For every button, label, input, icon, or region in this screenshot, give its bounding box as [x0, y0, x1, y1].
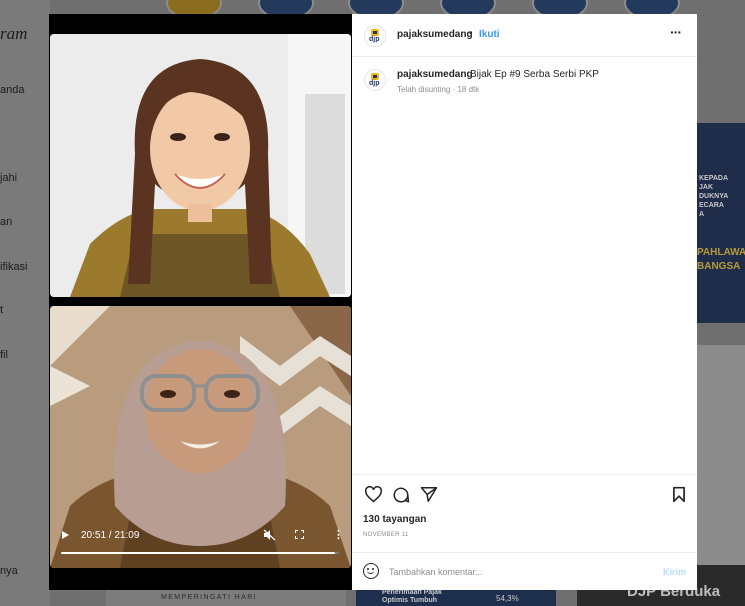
background-nav-item: jahi — [0, 172, 18, 184]
background-nav-item: nya — [0, 565, 18, 577]
view-count[interactable]: 130 tayangan — [363, 514, 426, 525]
video-controls: 20:51 / 21:09 ⋮ — [49, 528, 352, 570]
background-nav-item: t — [0, 304, 4, 316]
avatar[interactable]: djp — [364, 69, 386, 91]
fullscreen-icon[interactable] — [295, 530, 304, 539]
post-author-username[interactable]: pajaksumedang — [397, 29, 473, 40]
post-modal: 20:51 / 21:09 ⋮ djp pajaksumedang • Ikut… — [49, 14, 697, 590]
background-logo-fragment: ram — [0, 24, 28, 43]
video-timestamp: 20:51 / 21:09 — [81, 530, 140, 541]
video-progress-fill — [61, 552, 336, 554]
background-nav-item: ifikasi — [0, 261, 28, 273]
comment-bar: Kirim — [352, 552, 697, 591]
more-options-icon[interactable]: ··· — [670, 24, 682, 40]
caption-username[interactable]: pajaksumedang — [397, 69, 473, 80]
more-vertical-icon[interactable]: ⋮ — [333, 528, 344, 541]
video-frame-top — [50, 34, 351, 297]
post-date: NOVEMBER 11 — [363, 532, 409, 538]
share-paper-plane-icon[interactable] — [420, 486, 438, 508]
post-sidebar: djp pajaksumedang • Ikuti ··· djp pajaks… — [352, 14, 697, 590]
video-frame-bottom — [50, 306, 351, 568]
comment-bubble-icon[interactable] — [392, 486, 410, 509]
video-scrubber[interactable] — [61, 552, 339, 554]
emoji-icon[interactable] — [363, 563, 379, 579]
background-post-card: MEMPERINGATI HARI — [106, 588, 346, 606]
avatar[interactable]: djp — [364, 25, 386, 47]
background-nav-item: anda — [0, 84, 25, 96]
save-bookmark-icon[interactable] — [672, 486, 686, 508]
follow-button[interactable]: Ikuti — [479, 29, 500, 40]
background-nav-item: an — [0, 216, 13, 228]
background-nav-item: fil — [0, 349, 8, 361]
post-header: djp pajaksumedang • Ikuti ··· — [352, 14, 697, 57]
background-post-card — [697, 345, 745, 565]
like-heart-icon[interactable] — [364, 485, 383, 508]
caption-edited-time: Telah disunting · 18 dtk — [397, 85, 480, 94]
background-post-card: KEPADA JAK DUKNYA ECARA A PAHLAWA BANGSA — [697, 123, 745, 323]
speaker-muted-icon[interactable] — [263, 529, 276, 544]
divider — [352, 474, 697, 475]
video-player[interactable]: 20:51 / 21:09 ⋮ — [49, 14, 352, 590]
post-comment-button[interactable]: Kirim — [663, 567, 686, 577]
caption-text: Bijak Ep #9 Serba Serbi PKP — [470, 69, 599, 80]
comment-input[interactable] — [389, 563, 649, 581]
header-separator: • — [469, 28, 473, 39]
play-icon[interactable] — [62, 531, 69, 539]
